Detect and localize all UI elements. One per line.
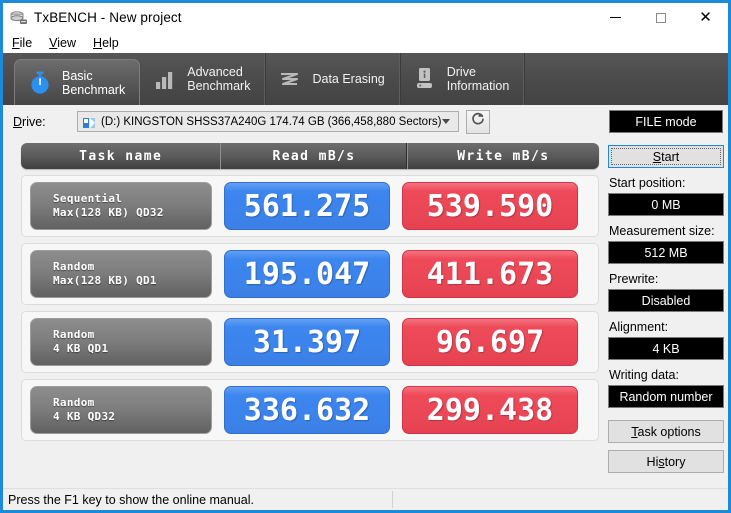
table-row: Random Max(128 KB) QD1 195.047 411.673 (21, 243, 599, 305)
task-line2: 4 KB QD1 (53, 342, 109, 355)
write-value-cell: 411.673 (402, 250, 578, 298)
menu-item-file-rest: ile (19, 35, 33, 50)
write-value-cell: 539.590 (402, 182, 578, 230)
tab-basic-benchmark-label: Basic Benchmark (62, 68, 126, 97)
maximize-button[interactable] (638, 3, 683, 32)
task-line1: Sequential (53, 192, 123, 205)
write-value-cell: 299.438 (402, 386, 578, 434)
benchmark-results: Task name Read mB/s Write mB/s Sequentia… (21, 143, 599, 482)
read-value-cell: 31.397 (224, 318, 390, 366)
drive-label: Drive: (13, 114, 46, 129)
task-name-cell[interactable]: Random Max(128 KB) QD1 (30, 250, 212, 298)
write-value-cell: 96.697 (402, 318, 578, 366)
menu-item-help[interactable]: Help (91, 35, 128, 51)
writing-data-label: Writing data: (609, 368, 679, 382)
menu-item-help-rest: elp (102, 35, 119, 50)
read-value-cell: 336.632 (224, 386, 390, 434)
tab-advanced-benchmark-label: Advanced Benchmark (187, 65, 251, 93)
drive-info-icon (412, 66, 438, 92)
history-button[interactable]: History (608, 450, 724, 473)
table-row: Random 4 KB QD1 31.397 96.697 (21, 311, 599, 373)
tab-data-erasing-label: Data Erasing (312, 72, 385, 86)
tab-basic-benchmark[interactable]: Basic Benchmark (14, 59, 141, 105)
tab-drive-information[interactable]: Drive Information (400, 53, 525, 105)
drive-select-value: (D:) KINGSTON SHSS37A240G 174.74 GB (366… (101, 115, 442, 128)
alignment-value[interactable]: 4 KB (608, 337, 724, 360)
table-row: Random 4 KB QD32 336.632 299.438 (21, 379, 599, 441)
column-header-write: Write mB/s (406, 143, 599, 169)
read-value-cell: 195.047 (224, 250, 390, 298)
prewrite-value[interactable]: Disabled (608, 289, 724, 312)
txbench-window: TxBENCH - New project ✕ File View Help B… (0, 0, 731, 513)
close-icon: ✕ (699, 8, 712, 26)
writing-data-value[interactable]: Random number (608, 385, 724, 408)
menu-item-view[interactable]: View (47, 35, 85, 51)
stopwatch-icon (27, 70, 53, 96)
tab-advanced-benchmark[interactable]: Advanced Benchmark (140, 53, 266, 105)
status-divider (392, 491, 393, 508)
task-name-cell[interactable]: Random 4 KB QD32 (30, 386, 212, 434)
column-header-read: Read mB/s (220, 143, 406, 169)
panel-spacer-small (608, 443, 724, 450)
status-text: Press the F1 key to show the online manu… (8, 492, 254, 507)
eraser-waves-icon (277, 66, 303, 92)
task-name-cell[interactable]: Sequential Max(128 KB) QD32 (30, 182, 212, 230)
control-panel: Start Start position: 0 MB Measurement s… (608, 145, 724, 473)
start-button[interactable]: Start (608, 145, 724, 168)
drive-select[interactable]: (D:) KINGSTON SHSS37A240G 174.74 GB (366… (77, 111, 459, 132)
measurement-size-label: Measurement size: (609, 224, 715, 238)
alignment-label: Alignment: (609, 320, 669, 334)
refresh-icon (470, 111, 486, 132)
column-header-task-name: Task name (79, 148, 163, 164)
task-line2: Max(128 KB) QD1 (53, 274, 157, 287)
chevron-down-icon (442, 118, 450, 124)
task-line2: 4 KB QD32 (53, 410, 116, 423)
task-line1: Random (53, 260, 95, 273)
tab-strip: Basic Benchmark Advanced Benchmark Data … (3, 53, 728, 105)
tab-drive-information-label: Drive Information (446, 65, 510, 93)
results-header: Task name Read mB/s Write mB/s (21, 143, 599, 169)
disk-drive-icon (82, 116, 96, 128)
history-label: History (646, 454, 686, 469)
read-value-cell: 561.275 (224, 182, 390, 230)
prewrite-label: Prewrite: (609, 272, 659, 286)
menu-item-file[interactable]: File (10, 35, 41, 51)
table-row: Sequential Max(128 KB) QD32 561.275 539.… (21, 175, 599, 237)
measurement-size-value[interactable]: 512 MB (608, 241, 724, 264)
minimize-button[interactable] (593, 3, 638, 32)
task-name-cell[interactable]: Random 4 KB QD1 (30, 318, 212, 366)
task-line2: Max(128 KB) QD32 (53, 206, 164, 219)
app-drive-icon (10, 10, 28, 26)
focus-outline (611, 148, 721, 165)
tab-data-erasing[interactable]: Data Erasing (265, 53, 400, 105)
window-title: TxBENCH - New project (34, 10, 182, 25)
file-mode-button[interactable]: FILE mode (609, 110, 723, 133)
window-controls: ✕ (593, 3, 728, 32)
menu-bar: File View Help (3, 32, 728, 53)
title-bar: TxBENCH - New project ✕ (3, 3, 728, 32)
task-options-label: Task options (631, 424, 701, 439)
task-line1: Random (53, 328, 95, 341)
close-button[interactable]: ✕ (683, 3, 728, 32)
menu-item-view-rest: iew (57, 35, 77, 50)
maximize-icon (655, 12, 666, 23)
bar-chart-icon (152, 66, 178, 92)
content-area: Drive: (D:) KINGSTON SHSS37A240G 174.74 … (3, 105, 728, 488)
drive-selection-row: Drive: (D:) KINGSTON SHSS37A240G 174.74 … (3, 105, 728, 138)
start-position-label: Start position: (609, 176, 686, 190)
start-position-value[interactable]: 0 MB (608, 193, 724, 216)
status-bar: Press the F1 key to show the online manu… (3, 488, 728, 510)
refresh-drives-button[interactable] (466, 109, 490, 134)
task-line1: Random (53, 396, 95, 409)
task-options-button[interactable]: Task options (608, 420, 724, 443)
minimize-icon (610, 16, 621, 19)
panel-spacer (608, 408, 724, 420)
